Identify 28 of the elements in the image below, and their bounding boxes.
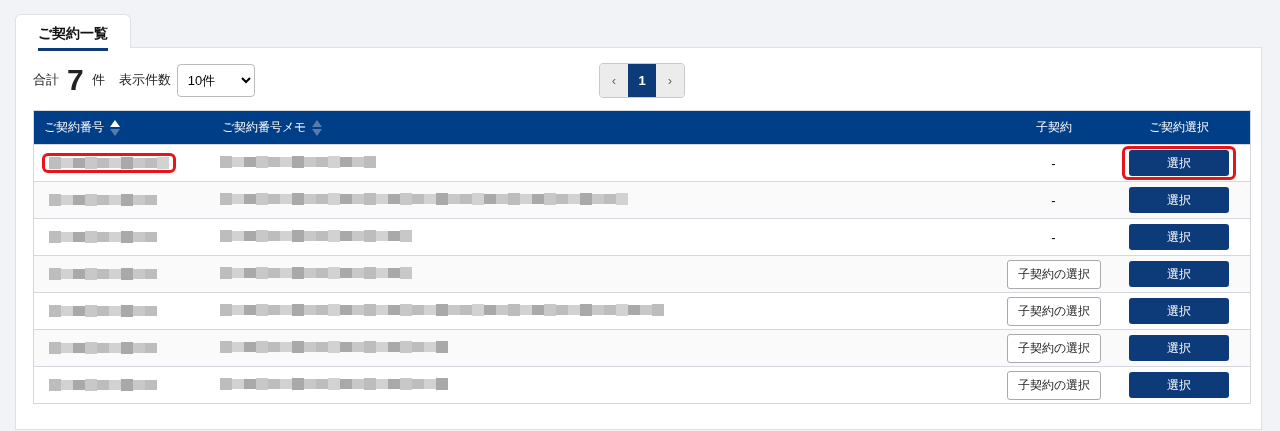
table-cell: -: [1051, 192, 1056, 208]
sub-contract-button[interactable]: 子契約の選択: [1006, 370, 1101, 400]
sort-icon[interactable]: [110, 119, 120, 136]
column-header: 子契約: [1035, 119, 1072, 136]
column-header: ご契約番号: [44, 119, 104, 136]
select-button[interactable]: 選択: [1129, 335, 1230, 361]
sub-contract-button[interactable]: 子契約の選択: [1006, 296, 1101, 326]
total-unit: 件: [91, 71, 105, 89]
page-button[interactable]: 1: [628, 63, 656, 97]
select-button[interactable]: 選択: [1129, 150, 1230, 176]
select-button[interactable]: 選択: [1129, 372, 1230, 398]
select-button[interactable]: 選択: [1129, 187, 1230, 213]
page-size-select[interactable]: 10件: [176, 63, 255, 97]
previous-page-button[interactable]: ‹: [600, 63, 628, 97]
table-cell: -: [1051, 155, 1056, 171]
total-label: 合計: [33, 71, 59, 89]
column-header: ご契約選択: [1149, 119, 1210, 136]
table-cell: -: [1051, 229, 1056, 245]
select-button[interactable]: 選択: [1129, 298, 1230, 324]
sub-contract-button[interactable]: 子契約の選択: [1006, 259, 1101, 289]
total-count: 7: [67, 63, 84, 97]
next-page-button[interactable]: ›: [656, 63, 684, 97]
tab[interactable]: ご契約一覧: [15, 14, 131, 48]
page-size-label: 表示件数: [118, 71, 171, 89]
column-header: ご契約番号メモ: [221, 119, 306, 136]
select-button[interactable]: 選択: [1129, 224, 1230, 250]
sub-contract-button[interactable]: 子契約の選択: [1006, 333, 1101, 363]
select-button[interactable]: 選択: [1129, 261, 1230, 287]
